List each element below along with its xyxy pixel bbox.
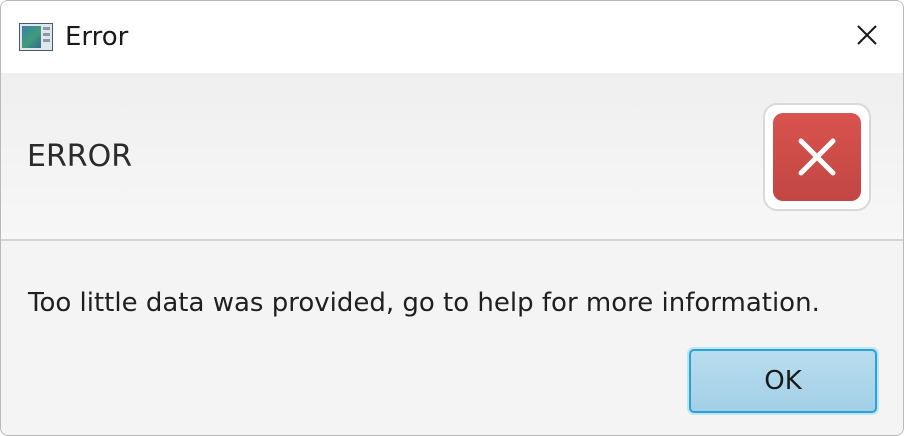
error-dialog-window: Error ERROR Too little data was provided… (0, 0, 904, 436)
ok-button[interactable]: OK (689, 349, 877, 413)
dialog-content: Too little data was provided, go to help… (1, 241, 903, 435)
error-x-icon (763, 103, 871, 211)
title-bar: Error (1, 1, 903, 73)
close-button[interactable] (831, 1, 903, 73)
header-text: ERROR (27, 139, 133, 174)
close-icon (857, 25, 877, 45)
window-title: Error (65, 22, 129, 52)
app-window-icon (19, 23, 53, 51)
dialog-header: ERROR (1, 73, 903, 241)
error-message: Too little data was provided, go to help… (28, 288, 820, 318)
